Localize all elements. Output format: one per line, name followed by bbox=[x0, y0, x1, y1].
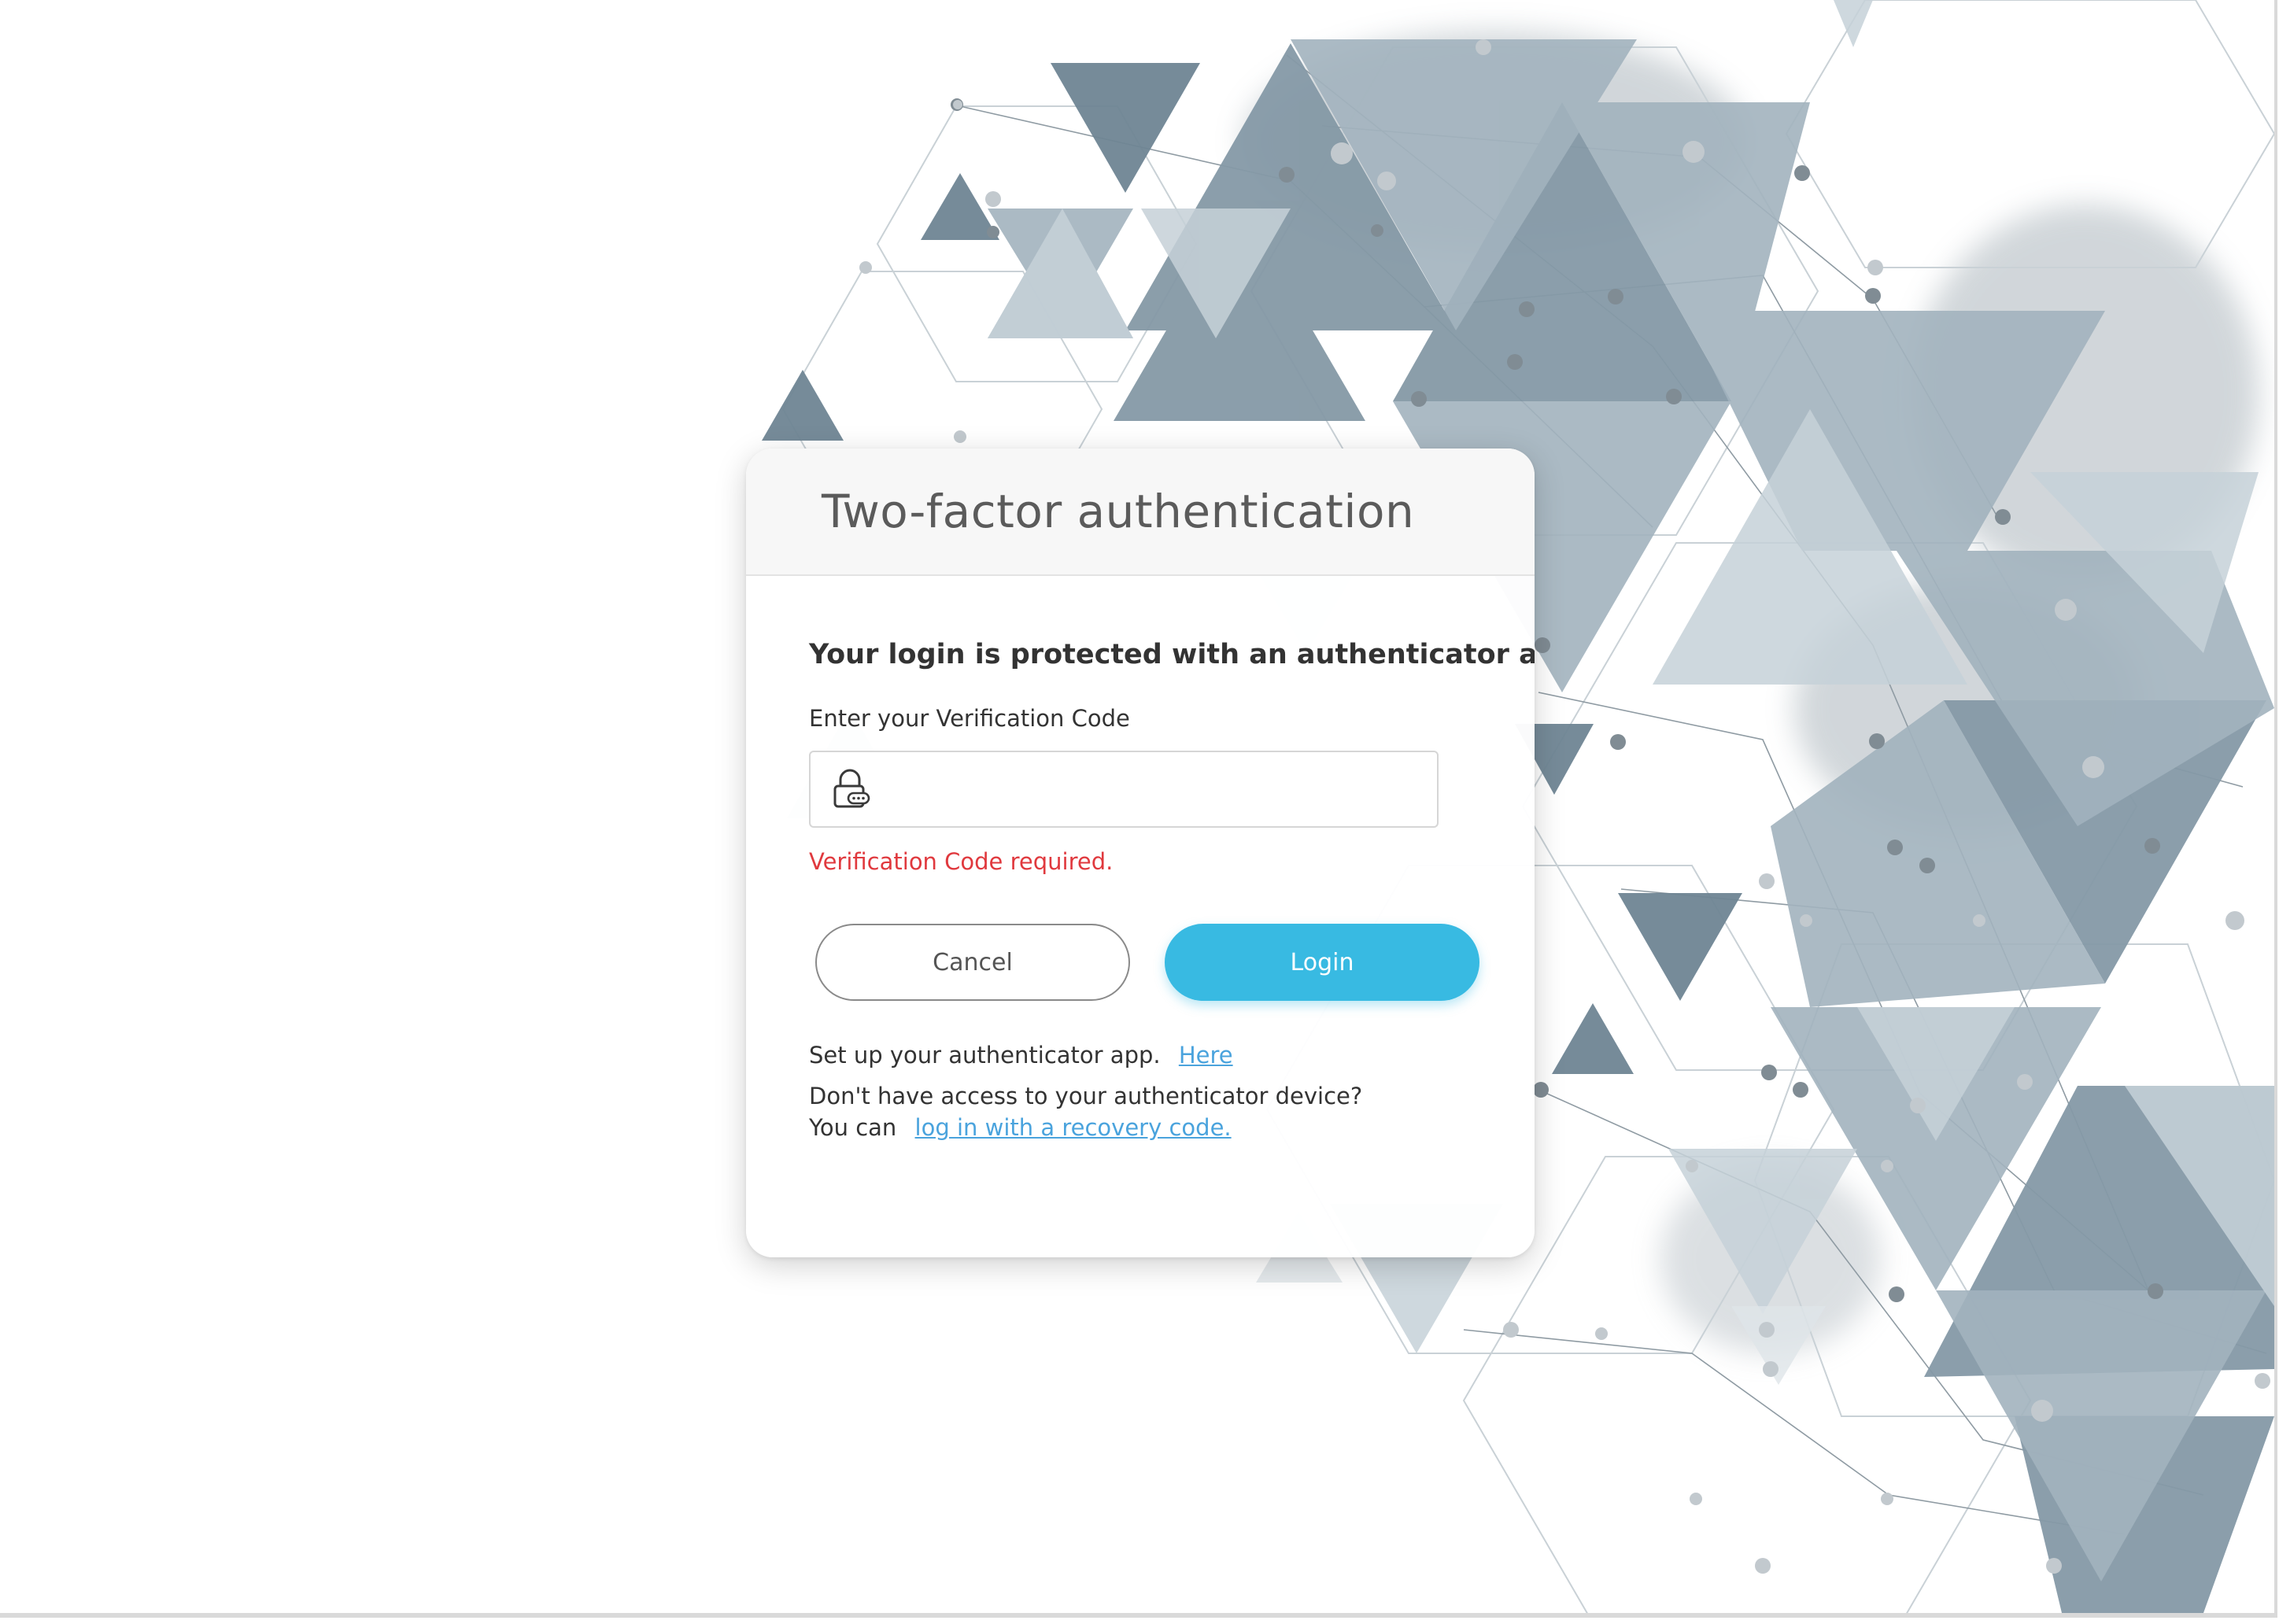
protection-message: Your login is protected with an authenti… bbox=[809, 639, 1535, 670]
page-background: Two-factor authentication Your login is … bbox=[0, 0, 2277, 1618]
setup-here-link[interactable]: Here bbox=[1179, 1042, 1233, 1069]
recovery-code-link[interactable]: log in with a recovery code. bbox=[915, 1114, 1232, 1141]
lock-icon bbox=[833, 769, 870, 808]
dialog-title: Two-factor authentication bbox=[822, 485, 1415, 538]
verification-code-label: Enter your Verification Code bbox=[809, 705, 1130, 732]
no-access-text: Don't have access to your authenticator … bbox=[809, 1083, 1363, 1109]
setup-help-text: Set up your authenticator app. bbox=[809, 1042, 1161, 1069]
setup-help-line: Set up your authenticator app. Here bbox=[809, 1042, 1233, 1069]
verification-code-input[interactable] bbox=[872, 757, 1437, 821]
dialog-header: Two-factor authentication bbox=[746, 448, 1535, 576]
two-factor-dialog: Two-factor authentication Your login is … bbox=[746, 448, 1535, 1257]
cancel-button[interactable]: Cancel bbox=[815, 924, 1130, 1001]
recovery-prefix-text: You can bbox=[809, 1114, 897, 1141]
recovery-help-line: You can log in with a recovery code. bbox=[809, 1114, 1232, 1141]
verification-code-error: Verification Code required. bbox=[809, 848, 1114, 875]
login-button[interactable]: Login bbox=[1165, 924, 1479, 1001]
verification-code-field[interactable] bbox=[809, 751, 1439, 828]
